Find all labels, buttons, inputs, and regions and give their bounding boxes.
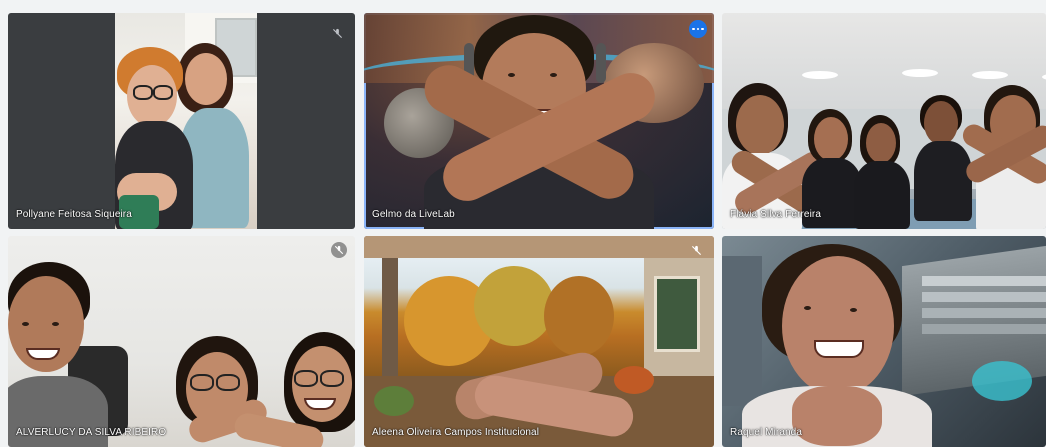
participant-tile[interactable]: Raquel Miranda	[722, 236, 1046, 447]
participant-name: Aleena Oliveira Campos Institucional	[372, 427, 540, 438]
video-feed	[722, 13, 1046, 229]
participant-name: ALVERLUCY DA SILVA RIBEIRO	[16, 427, 167, 438]
video-feed	[115, 13, 257, 229]
mic-off-icon	[329, 25, 345, 41]
video-feed	[364, 13, 714, 229]
participant-name: Pollyane Feitosa Siqueira	[16, 209, 132, 220]
video-feed	[364, 236, 714, 447]
participant-tile[interactable]: Flávia Silva Ferreira	[722, 13, 1046, 229]
video-feed	[8, 236, 355, 447]
participant-name: Raquel Miranda	[730, 427, 802, 438]
mic-off-icon	[331, 242, 347, 258]
more-options-icon[interactable]	[689, 20, 707, 38]
participant-tile[interactable]: Gelmo da LiveLab	[364, 13, 714, 229]
mic-off-icon	[688, 242, 704, 258]
video-feed	[722, 236, 1046, 447]
participant-tile[interactable]: ALVERLUCY DA SILVA RIBEIRO	[8, 236, 355, 447]
participant-tile[interactable]: Pollyane Feitosa Siqueira	[8, 13, 355, 229]
participant-tile[interactable]: Aleena Oliveira Campos Institucional	[364, 236, 714, 447]
participant-name: Flávia Silva Ferreira	[730, 209, 822, 220]
participant-name: Gelmo da LiveLab	[372, 209, 455, 220]
video-grid: Pollyane Feitosa Siqueira Gelmo da LiveL…	[0, 0, 1046, 447]
